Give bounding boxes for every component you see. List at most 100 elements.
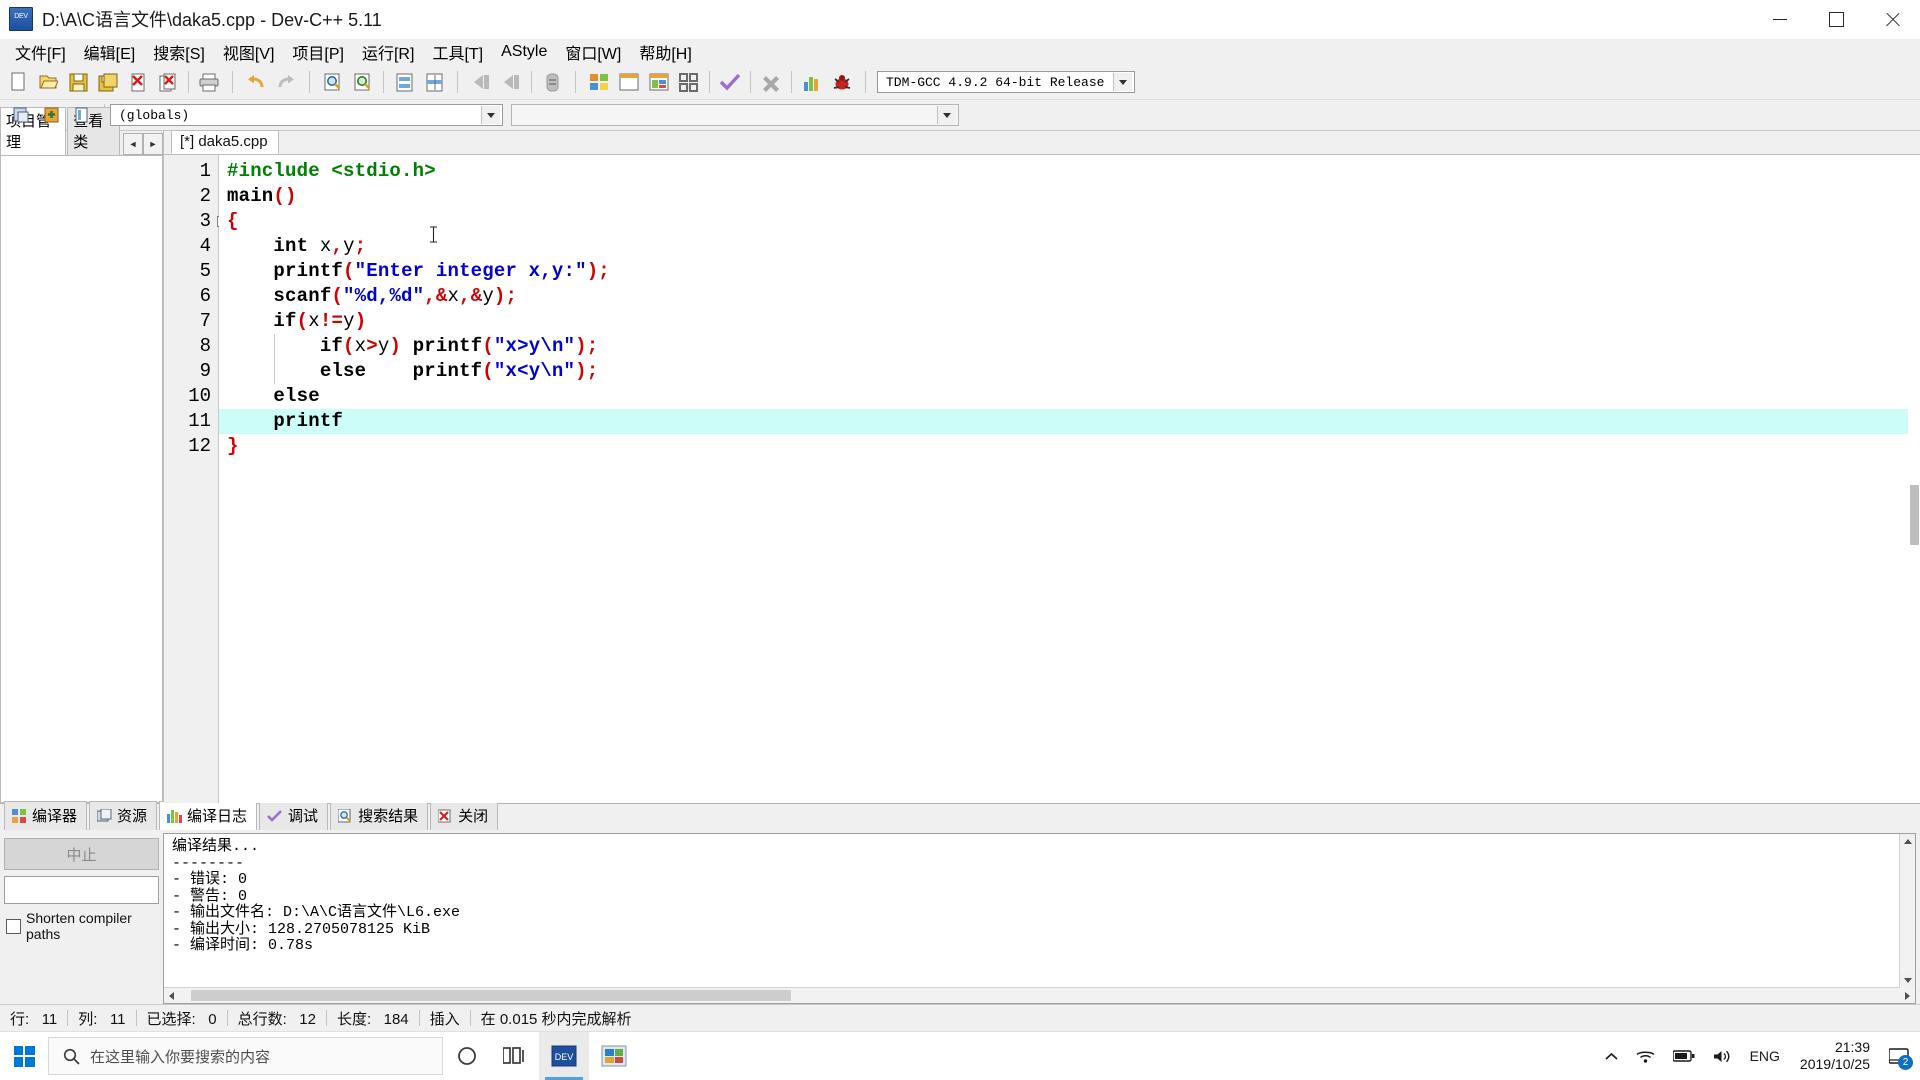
tab-search-results[interactable]: 搜索结果 bbox=[330, 801, 429, 830]
undo-icon[interactable] bbox=[242, 68, 270, 96]
menu-window[interactable]: 窗口[W] bbox=[556, 37, 630, 67]
scroll-right-icon[interactable] bbox=[1900, 988, 1915, 1003]
forward-icon[interactable] bbox=[497, 68, 525, 96]
chevron-down-icon[interactable] bbox=[1113, 73, 1132, 91]
menu-astyle[interactable]: AStyle bbox=[492, 40, 556, 64]
compile-log-output[interactable]: 编译结果... -------- - 错误: 0- 警告: 0- 输出文件名: D:… bbox=[163, 833, 1916, 1004]
find-icon[interactable] bbox=[319, 68, 347, 96]
close-file-icon[interactable] bbox=[124, 68, 152, 96]
code-line[interactable]: { bbox=[219, 209, 1920, 234]
taskbar-app-devcpp[interactable]: DEV bbox=[539, 1032, 589, 1080]
menu-tools[interactable]: 工具[T] bbox=[423, 37, 492, 67]
chevron-down-icon[interactable] bbox=[937, 106, 956, 124]
checkbox-box[interactable] bbox=[6, 918, 21, 934]
save-icon[interactable] bbox=[64, 68, 92, 96]
scroll-down-icon[interactable] bbox=[1900, 973, 1915, 988]
compile-icon[interactable] bbox=[585, 68, 613, 96]
language-indicator[interactable]: ENG bbox=[1742, 1032, 1788, 1080]
compiler-select[interactable]: TDM-GCC 4.9.2 64-bit Release bbox=[877, 71, 1135, 93]
save-all-icon[interactable] bbox=[94, 68, 122, 96]
windows-start-icon[interactable] bbox=[0, 1032, 48, 1080]
editor-vertical-scrollbar[interactable] bbox=[1908, 155, 1920, 803]
member-select[interactable] bbox=[511, 104, 959, 126]
network-icon[interactable] bbox=[1628, 1032, 1663, 1080]
show-hidden-icons[interactable] bbox=[1597, 1032, 1626, 1080]
menu-view[interactable]: 视图[V] bbox=[214, 37, 284, 67]
browse-icon[interactable] bbox=[67, 101, 95, 129]
compile-run-icon[interactable] bbox=[645, 68, 673, 96]
back-icon[interactable] bbox=[467, 68, 495, 96]
chevron-down-icon[interactable] bbox=[481, 106, 500, 124]
close-all-icon[interactable] bbox=[154, 68, 182, 96]
code-line[interactable]: else printf("x<y\n"); bbox=[219, 359, 1920, 384]
taskbar-clock[interactable]: 21:39 2019/10/25 bbox=[1790, 1032, 1880, 1080]
add-to-project-icon[interactable] bbox=[37, 101, 65, 129]
maximize-button[interactable] bbox=[1808, 0, 1864, 38]
project-tree[interactable] bbox=[0, 155, 163, 803]
menu-project[interactable]: 项目[P] bbox=[283, 37, 353, 67]
code-editor[interactable]: 1 2 3 4 5 6 7 8 9 10 11 12 #include <stdio.h> main()… bbox=[164, 154, 1920, 803]
goto-line-icon[interactable] bbox=[390, 68, 418, 96]
print-icon[interactable] bbox=[195, 68, 223, 96]
tab-scroll-right-icon[interactable]: ► bbox=[143, 133, 163, 155]
tab-compile-log[interactable]: 编译日志 bbox=[159, 801, 258, 830]
toggle-bookmark-icon[interactable] bbox=[538, 68, 566, 96]
log-horizontal-scrollbar[interactable] bbox=[164, 987, 1915, 1003]
code-line[interactable]: } bbox=[219, 434, 1920, 459]
code-line[interactable]: scanf("%d,%d",&x,&y); bbox=[219, 284, 1920, 309]
menu-help[interactable]: 帮助[H] bbox=[630, 37, 700, 67]
cortana-icon[interactable] bbox=[443, 1032, 491, 1080]
code-text-area[interactable]: #include <stdio.h> main(){ int x,y; print… bbox=[219, 155, 1920, 803]
tab-scroll-left-icon[interactable]: ◄ bbox=[123, 133, 143, 155]
replace-icon[interactable] bbox=[349, 68, 377, 96]
editor-tab-daka5[interactable]: [*] daka5.cpp bbox=[171, 130, 279, 154]
shorten-paths-checkbox[interactable]: Shorten compiler paths bbox=[4, 910, 159, 942]
code-line[interactable]: if(x>y) printf("x>y\n"); bbox=[219, 334, 1920, 359]
run-icon[interactable] bbox=[615, 68, 643, 96]
log-hscroll-thumb[interactable] bbox=[191, 990, 791, 1001]
editor-scroll-thumb[interactable] bbox=[1910, 485, 1919, 545]
minimize-button[interactable] bbox=[1752, 0, 1808, 38]
scroll-up-icon[interactable] bbox=[1900, 834, 1915, 849]
scope-select[interactable]: (globals) bbox=[110, 104, 503, 126]
tab-compiler[interactable]: 编译器 bbox=[4, 801, 88, 830]
menu-search[interactable]: 搜索[S] bbox=[144, 37, 214, 67]
task-view-icon[interactable] bbox=[491, 1032, 539, 1080]
log-hscroll-track[interactable] bbox=[179, 988, 1900, 1003]
tab-close[interactable]: 关闭 bbox=[430, 801, 499, 830]
code-line[interactable]: printf bbox=[219, 409, 1920, 434]
code-line[interactable]: else bbox=[219, 384, 1920, 409]
stop-icon[interactable] bbox=[757, 68, 785, 96]
project-icon[interactable] bbox=[7, 101, 35, 129]
volume-icon[interactable] bbox=[1705, 1032, 1740, 1080]
code-line[interactable]: printf("Enter integer x,y:"); bbox=[219, 259, 1920, 284]
code-line[interactable]: #include <stdio.h> bbox=[219, 159, 1920, 184]
check-syntax-icon[interactable] bbox=[716, 68, 744, 96]
editor-pane: [*] daka5.cpp 1 2 3 4 5 6 7 8 9 10 11 12 #include <… bbox=[164, 130, 1920, 803]
taskbar-search-input[interactable]: 在这里输入你要搜索的内容 bbox=[48, 1037, 443, 1075]
redo-icon[interactable] bbox=[272, 68, 300, 96]
battery-icon[interactable] bbox=[1665, 1032, 1703, 1080]
scope-select-value: (globals) bbox=[119, 107, 190, 123]
menu-edit[interactable]: 编辑[E] bbox=[75, 37, 145, 67]
scroll-left-icon[interactable] bbox=[164, 988, 179, 1003]
close-button[interactable] bbox=[1864, 0, 1920, 38]
menu-run[interactable]: 运行[R] bbox=[353, 37, 423, 67]
menu-file[interactable]: 文件[F] bbox=[6, 37, 75, 67]
log-vertical-scrollbar[interactable] bbox=[1899, 834, 1915, 988]
notification-center-icon[interactable]: 2 bbox=[1882, 1032, 1916, 1080]
goto-function-icon[interactable] bbox=[420, 68, 448, 96]
taskbar-app-explorer[interactable] bbox=[589, 1032, 639, 1080]
code-line[interactable]: main() bbox=[219, 184, 1920, 209]
rebuild-icon[interactable] bbox=[675, 68, 703, 96]
profile-icon[interactable] bbox=[798, 68, 826, 96]
new-file-icon[interactable] bbox=[4, 68, 32, 96]
code-line[interactable]: int x,y; bbox=[219, 234, 1920, 259]
abort-button[interactable]: 中止 bbox=[4, 838, 159, 870]
tab-resources[interactable]: 资源 bbox=[89, 801, 158, 830]
tab-debug[interactable]: 调试 bbox=[259, 801, 329, 830]
code-line[interactable]: if(x!=y) bbox=[219, 309, 1920, 334]
line-number-gutter: 1 2 3 4 5 6 7 8 9 10 11 12 bbox=[164, 155, 228, 803]
open-file-icon[interactable] bbox=[34, 68, 62, 96]
debug-icon[interactable] bbox=[828, 68, 856, 96]
